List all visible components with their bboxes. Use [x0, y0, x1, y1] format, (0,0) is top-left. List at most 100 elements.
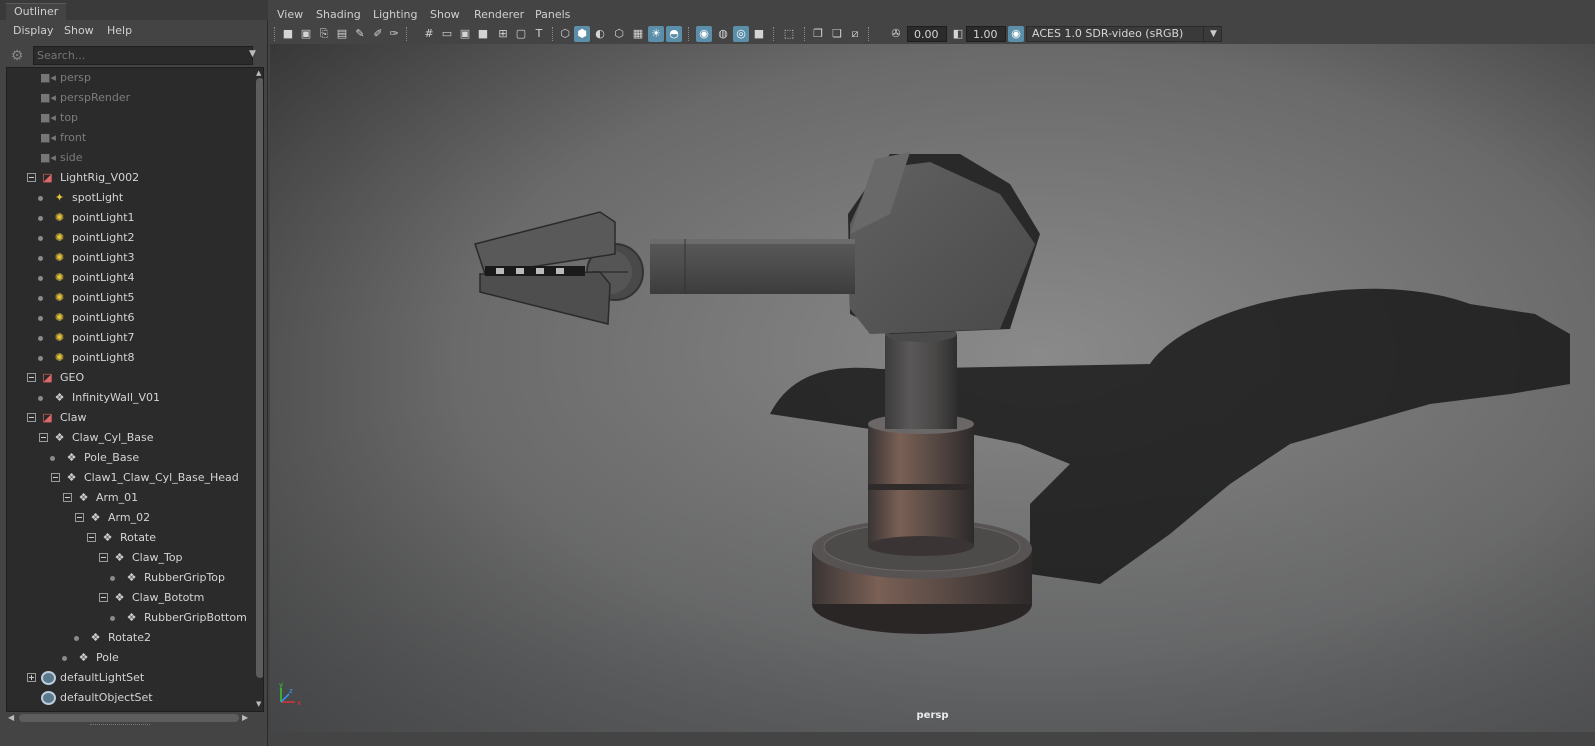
tree-row-Rotate2[interactable]: ❖ Rotate2 [7, 628, 255, 648]
resolution-gate-icon[interactable]: ▣ [457, 26, 473, 42]
tree-row-pointLight8[interactable]: ✺ pointLight8 [7, 348, 255, 368]
tree-row-Claw1_Claw_Cyl_Base_Head[interactable]: ❖ Claw1_Claw_Cyl_Base_Head [7, 468, 255, 488]
xray-joints-icon[interactable]: ❏ [829, 26, 845, 42]
chevron-down-icon[interactable]: ▼ [249, 49, 261, 63]
collapse-icon[interactable] [39, 433, 48, 442]
search-input[interactable] [33, 46, 253, 65]
tree-row-defaultLightSet[interactable]: defaultLightSet [7, 668, 255, 688]
expand-icon[interactable] [27, 673, 36, 682]
tree-row-pointLight3[interactable]: ✺ pointLight3 [7, 248, 255, 268]
scroll-down-icon[interactable]: ▼ [256, 700, 261, 708]
tree-row-top[interactable]: ■◂ top [7, 108, 255, 128]
collapse-icon[interactable] [27, 373, 36, 382]
tree-row-InfinityWall_V01[interactable]: ❖ InfinityWall_V01 [7, 388, 255, 408]
multisample-aa-icon[interactable]: ◎ [733, 26, 749, 42]
collapse-icon[interactable] [75, 513, 84, 522]
menu-shading[interactable]: Shading [316, 8, 361, 21]
tree-row-side[interactable]: ■◂ side [7, 148, 255, 168]
tree-row-RubberGripBottom[interactable]: ❖ RubberGripBottom [7, 608, 255, 628]
tree-row-spotLight[interactable]: ✦ spotLight [7, 188, 255, 208]
collapse-icon[interactable] [51, 473, 60, 482]
tree-row-defaultObjectSet[interactable]: defaultObjectSet [7, 688, 255, 708]
xray-components-icon[interactable]: ⧄ [847, 26, 863, 42]
collapse-icon[interactable] [63, 493, 72, 502]
film-gate-icon[interactable]: ▭ [439, 26, 455, 42]
textured-icon[interactable]: ▦ [630, 26, 646, 42]
collapse-icon[interactable] [27, 173, 36, 182]
scrollbar-thumb[interactable] [256, 78, 263, 678]
outliner-tab[interactable]: Outliner [6, 3, 67, 20]
collapse-icon[interactable] [99, 553, 108, 562]
gate-mask-icon[interactable]: ■ [475, 26, 491, 42]
tree-row-Rotate[interactable]: ❖ Rotate [7, 528, 255, 548]
safe-action-icon[interactable]: ▢ [513, 26, 529, 42]
collapse-icon[interactable] [27, 413, 36, 422]
grease-pencil-icon[interactable]: ✐ [370, 26, 386, 42]
depth-of-field-icon[interactable]: ■ [751, 26, 767, 42]
isolate-select-icon[interactable]: ⬚ [781, 26, 797, 42]
tree-row-Pole[interactable]: ❖ Pole [7, 648, 255, 668]
scroll-up-icon[interactable]: ▲ [256, 69, 261, 77]
gamma-icon[interactable]: ◧ [950, 26, 966, 42]
image-plane-icon[interactable]: ▤ [334, 26, 350, 42]
xray-icon[interactable]: ❐ [810, 26, 826, 42]
tree-row-Claw_Bototm[interactable]: ❖ Claw_Bototm [7, 588, 255, 608]
menu-show[interactable]: Show [64, 24, 94, 37]
tree-row-perspRender[interactable]: ■◂ perspRender [7, 88, 255, 108]
camera-lock-icon[interactable]: ✑ [386, 26, 402, 42]
tree-row-LightRig_V002[interactable]: ◪ LightRig_V002 [7, 168, 255, 188]
menu-help[interactable]: Help [107, 24, 132, 37]
screen-space-ao-icon[interactable]: ◉ [696, 26, 712, 42]
horizontal-scrollbar[interactable]: ◀ ▶ [6, 713, 264, 723]
tree-row-Arm_02[interactable]: ❖ Arm_02 [7, 508, 255, 528]
field-chart-icon[interactable]: ⊞ [495, 26, 511, 42]
scrollbar-thumb[interactable] [19, 714, 239, 722]
wireframe-on-shaded-icon[interactable]: ⬡ [611, 26, 627, 42]
3d-viewport[interactable]: x y z persp [270, 44, 1595, 732]
exposure-field[interactable] [907, 26, 947, 42]
chevron-down-icon[interactable]: ▼ [1203, 26, 1223, 42]
tree-row-persp[interactable]: ■◂ persp [7, 68, 255, 88]
tree-row-GEO[interactable]: ◪ GEO [7, 368, 255, 388]
vertical-scrollbar[interactable]: ▲ ▼ [255, 68, 263, 711]
two-d-pan-icon[interactable]: ✎ [352, 26, 368, 42]
grid-icon[interactable]: # [421, 26, 437, 42]
menu-lighting[interactable]: Lighting [373, 8, 417, 21]
resize-grip[interactable] [90, 724, 150, 727]
default-material-icon[interactable]: ◐ [592, 26, 608, 42]
tree-row-pointLight6[interactable]: ✺ pointLight6 [7, 308, 255, 328]
smooth-shade-icon[interactable]: ⬢ [574, 26, 590, 42]
tree-row-front[interactable]: ■◂ front [7, 128, 255, 148]
view-transform-select[interactable]: ACES 1.0 SDR-video (sRGB) [1026, 26, 1222, 42]
tree-row-pointLight7[interactable]: ✺ pointLight7 [7, 328, 255, 348]
tree-row-Pole_Base[interactable]: ❖ Pole_Base [7, 448, 255, 468]
menu-view[interactable]: View [277, 8, 303, 21]
tree-row-pointLight5[interactable]: ✺ pointLight5 [7, 288, 255, 308]
tree-row-pointLight4[interactable]: ✺ pointLight4 [7, 268, 255, 288]
motion-blur-icon[interactable]: ◍ [715, 26, 731, 42]
scroll-right-icon[interactable]: ▶ [242, 713, 248, 722]
filter-icon[interactable]: ⚙ [9, 48, 25, 64]
menu-show[interactable]: Show [430, 8, 460, 21]
tree-row-Arm_01[interactable]: ❖ Arm_01 [7, 488, 255, 508]
tree-row-pointLight2[interactable]: ✺ pointLight2 [7, 228, 255, 248]
tree-row-Claw_Top[interactable]: ❖ Claw_Top [7, 548, 255, 568]
menu-display[interactable]: Display [13, 24, 54, 37]
camera-attributes-icon[interactable]: ▣ [298, 26, 314, 42]
scroll-left-icon[interactable]: ◀ [8, 713, 14, 722]
tree-row-Claw_Cyl_Base[interactable]: ❖ Claw_Cyl_Base [7, 428, 255, 448]
select-camera-icon[interactable]: ■ [280, 26, 296, 42]
bookmark-icon[interactable]: ⎘ [316, 26, 332, 42]
tree-row-RubberGripTop[interactable]: ❖ RubberGripTop [7, 568, 255, 588]
collapse-icon[interactable] [99, 593, 108, 602]
safe-title-icon[interactable]: T [531, 26, 547, 42]
wireframe-icon[interactable]: ⬡ [557, 26, 573, 42]
collapse-icon[interactable] [87, 533, 96, 542]
tree-row-Claw[interactable]: ◪ Claw [7, 408, 255, 428]
menu-renderer[interactable]: Renderer [474, 8, 524, 21]
menu-panels[interactable]: Panels [535, 8, 570, 21]
tree-row-pointLight1[interactable]: ✺ pointLight1 [7, 208, 255, 228]
use-all-lights-icon[interactable]: ☀ [648, 26, 664, 42]
gamma-field[interactable] [966, 26, 1006, 42]
shadows-icon[interactable]: ◓ [666, 26, 682, 42]
